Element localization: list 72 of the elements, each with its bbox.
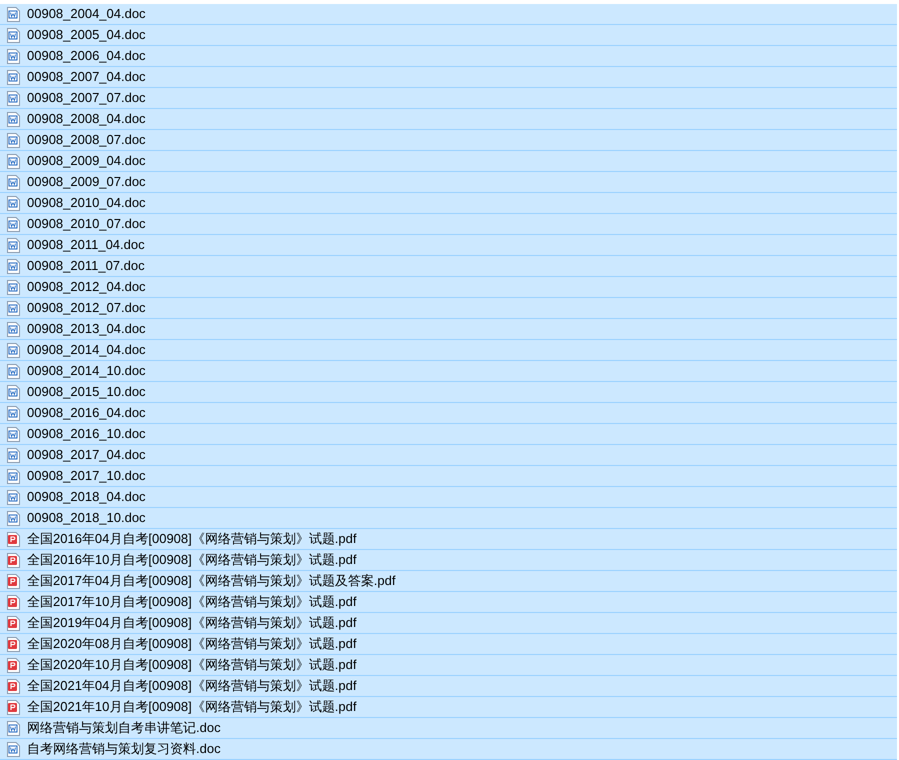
file-row[interactable]: 网络营销与策划自考串讲笔记.doc	[0, 718, 897, 739]
file-row[interactable]: 00908_2017_10.doc	[0, 466, 897, 487]
file-row[interactable]: 00908_2008_04.doc	[0, 109, 897, 130]
document-icon	[7, 238, 20, 252]
file-row[interactable]: 00908_2014_04.doc	[0, 340, 897, 361]
document-icon	[7, 112, 20, 126]
file-row[interactable]: 00908_2007_07.doc	[0, 88, 897, 109]
document-icon	[7, 448, 20, 462]
document-icon	[7, 322, 20, 336]
document-icon	[7, 90, 20, 106]
file-row[interactable]: 00908_2010_04.doc	[0, 193, 897, 214]
pdf-icon	[7, 616, 20, 630]
file-row[interactable]: 00908_2009_04.doc	[0, 151, 897, 172]
document-icon	[7, 174, 20, 190]
file-row[interactable]: 全国2016年10月自考[00908]《网络营销与策划》试题.pdf	[0, 550, 897, 571]
file-row[interactable]: 00908_2010_07.doc	[0, 214, 897, 235]
file-row[interactable]: 00908_2012_04.doc	[0, 277, 897, 298]
file-row[interactable]: 00908_2007_04.doc	[0, 67, 897, 88]
file-row[interactable]: 全国2016年04月自考[00908]《网络营销与策划》试题.pdf	[0, 529, 897, 550]
document-icon	[7, 216, 20, 232]
file-row[interactable]: 00908_2008_07.doc	[0, 130, 897, 151]
file-row[interactable]: 00908_2012_07.doc	[0, 298, 897, 319]
document-icon	[7, 510, 20, 526]
file-row[interactable]: 00908_2013_04.doc	[0, 319, 897, 340]
document-icon	[7, 28, 20, 42]
document-icon	[7, 384, 20, 400]
document-icon	[7, 490, 20, 504]
file-row[interactable]: 00908_2017_04.doc	[0, 445, 897, 466]
document-icon	[7, 300, 20, 316]
file-row[interactable]: 00908_2011_07.doc	[0, 256, 897, 277]
document-icon	[7, 742, 20, 756]
document-icon	[7, 132, 20, 148]
file-row[interactable]: 全国2021年10月自考[00908]《网络营销与策划》试题.pdf	[0, 697, 897, 718]
file-row[interactable]: 00908_2015_10.doc	[0, 382, 897, 403]
file-row[interactable]: 00908_2006_04.doc	[0, 46, 897, 67]
document-icon	[7, 48, 20, 64]
document-icon	[7, 154, 20, 168]
document-icon	[7, 342, 20, 358]
document-icon	[7, 406, 20, 420]
file-row[interactable]: 00908_2011_04.doc	[0, 235, 897, 256]
file-row[interactable]: 全国2017年10月自考[00908]《网络营销与策划》试题.pdf	[0, 592, 897, 613]
pdf-icon	[7, 678, 20, 694]
document-icon	[7, 6, 20, 22]
file-row[interactable]: 00908_2016_04.doc	[0, 403, 897, 424]
file-row[interactable]: 00908_2014_10.doc	[0, 361, 897, 382]
document-icon	[7, 364, 20, 378]
document-icon	[7, 70, 20, 84]
file-row[interactable]: 00908_2004_04.doc	[0, 4, 897, 25]
document-icon	[7, 280, 20, 294]
file-row[interactable]: 00908_2018_10.doc	[0, 508, 897, 529]
document-icon	[7, 426, 20, 442]
file-row[interactable]: 全国2019年04月自考[00908]《网络营销与策划》试题.pdf	[0, 613, 897, 634]
file-row[interactable]: 全国2021年04月自考[00908]《网络营销与策划》试题.pdf	[0, 676, 897, 697]
file-row[interactable]: 00908_2018_04.doc	[0, 487, 897, 508]
file-row[interactable]: 00908_2005_04.doc	[0, 25, 897, 46]
pdf-icon	[7, 532, 20, 546]
file-row[interactable]: 全国2017年04月自考[00908]《网络营销与策划》试题及答案.pdf	[0, 571, 897, 592]
file-row[interactable]: 全国2020年08月自考[00908]《网络营销与策划》试题.pdf	[0, 634, 897, 655]
file-row[interactable]: 00908_2016_10.doc	[0, 424, 897, 445]
pdf-icon	[7, 552, 20, 568]
file-row[interactable]: 全国2020年10月自考[00908]《网络营销与策划》试题.pdf	[0, 655, 897, 676]
file-row[interactable]: 自考网络营销与策划复习资料.doc	[0, 739, 897, 760]
document-icon	[7, 468, 20, 484]
file-row[interactable]: 00908_2009_07.doc	[0, 172, 897, 193]
pdf-icon	[7, 594, 20, 610]
pdf-icon	[7, 658, 20, 672]
pdf-icon	[7, 574, 20, 588]
document-icon	[7, 258, 20, 274]
pdf-icon	[7, 636, 20, 652]
document-icon	[7, 720, 20, 736]
document-icon	[7, 196, 20, 210]
pdf-icon	[7, 700, 20, 714]
